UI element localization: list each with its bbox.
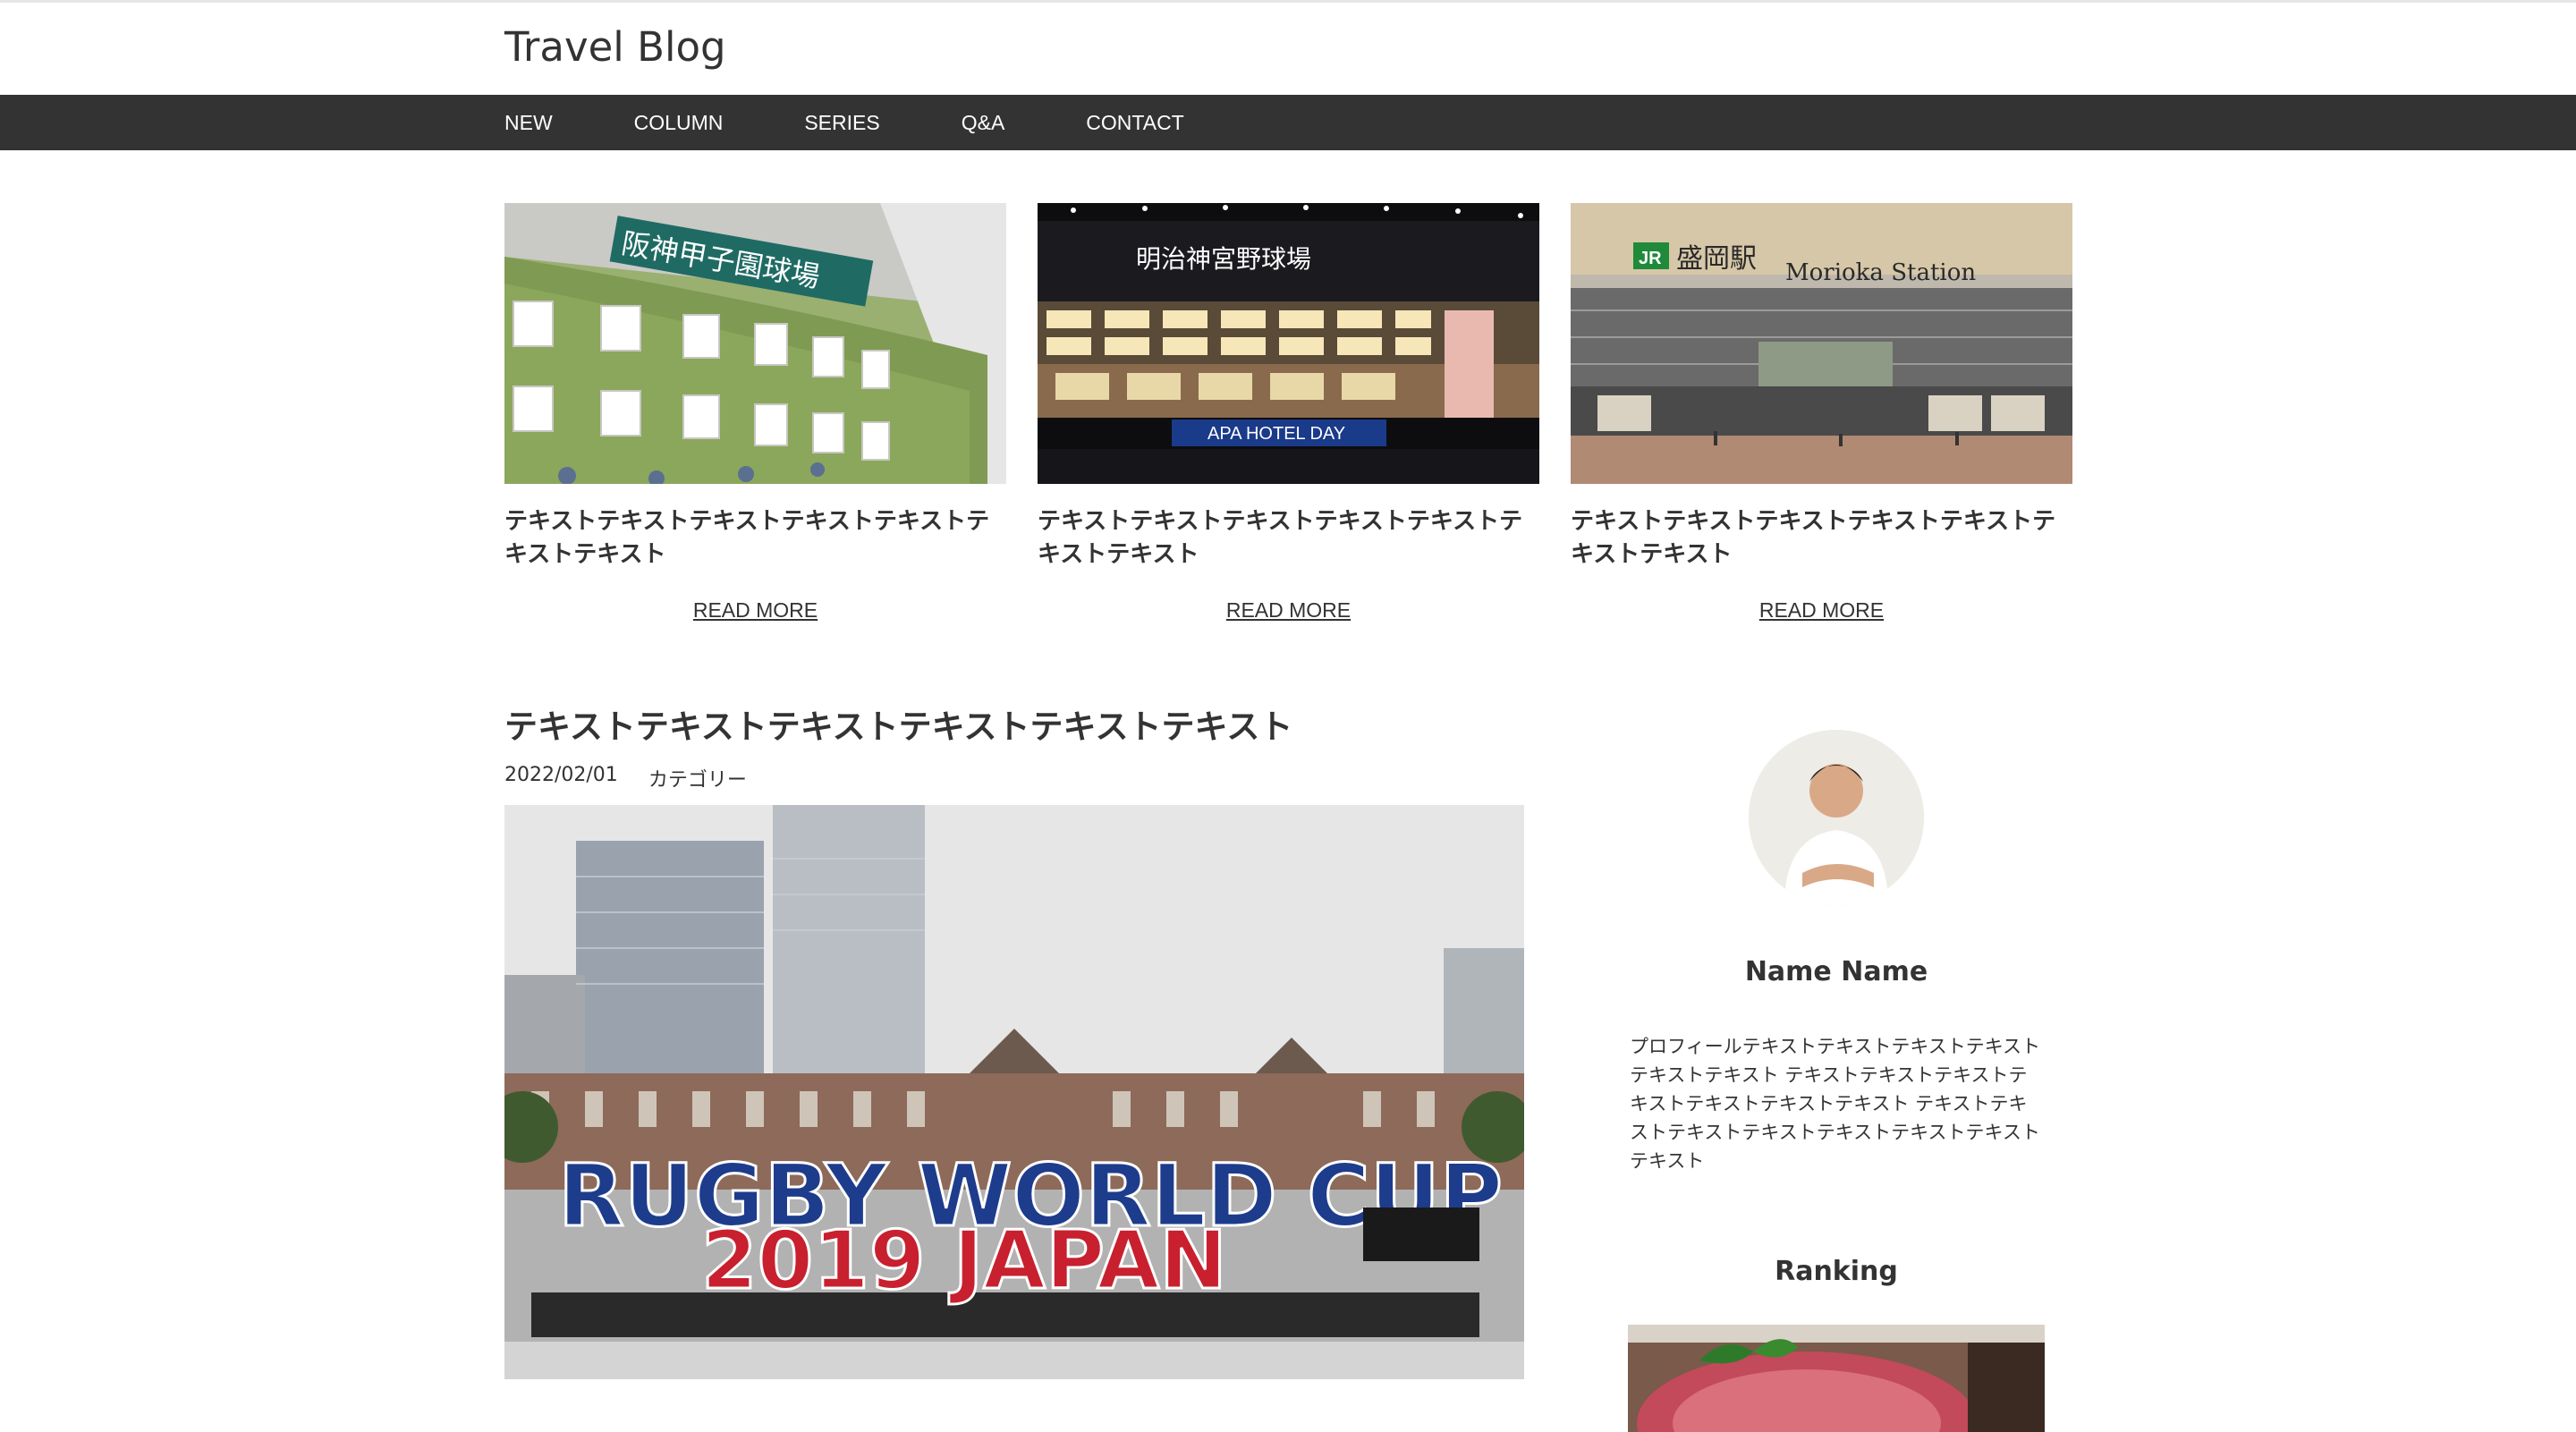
card-title[interactable]: テキストテキストテキストテキストテキストテキストテキスト xyxy=(1038,505,1539,572)
profile-name: Name Name xyxy=(1744,956,1928,987)
featured-card: 明治神宮野球場 APA HOTEL DAY テキストテキストテキストテキストテキ… xyxy=(1038,203,1539,623)
ranking-title: Ranking xyxy=(1775,1256,1898,1287)
featured-card: JR 盛岡駅 Morioka Station テキストテキストテキストテキストテ… xyxy=(1571,203,2072,623)
nav-item-qa[interactable]: Q&A xyxy=(962,111,1005,135)
morioka-station-photo[interactable]: JR 盛岡駅 Morioka Station xyxy=(1571,203,2072,484)
post-title[interactable]: テキストテキストテキストテキストテキストテキスト xyxy=(504,703,1524,751)
post-meta: 2022/02/01 カテゴリー xyxy=(504,764,1524,792)
site-title[interactable]: Travel Blog xyxy=(504,21,726,74)
avatar xyxy=(1749,730,1924,905)
nav-item-series[interactable]: SERIES xyxy=(804,111,879,135)
meiji-jingu-stadium-photo[interactable]: 明治神宮野球場 APA HOTEL DAY xyxy=(1038,203,1539,484)
main-post: テキストテキストテキストテキストテキストテキスト 2022/02/01 カテゴリ… xyxy=(504,703,1524,1379)
read-more-link[interactable]: READ MORE xyxy=(1571,598,2072,623)
nav-item-column[interactable]: COLUMN xyxy=(634,111,724,135)
card-title[interactable]: テキストテキストテキストテキストテキストテキストテキスト xyxy=(504,505,1006,572)
main-nav: NEW COLUMN SERIES Q&A CONTACT xyxy=(0,95,2576,150)
site-header: Travel Blog xyxy=(0,3,2576,95)
wagyu-beef-photo[interactable] xyxy=(1628,1325,2045,1432)
card-title[interactable]: テキストテキストテキストテキストテキストテキストテキスト xyxy=(1571,505,2072,572)
read-more-link[interactable]: READ MORE xyxy=(504,598,1006,623)
post-date: 2022/02/01 xyxy=(504,764,618,786)
morioka-sign-en: Morioka Station xyxy=(1785,259,1976,286)
sidebar: Name Name プロフィールテキストテキストテキストテキストテキストテキスト… xyxy=(1628,730,2045,1432)
featured-card: 阪神甲子園球場 テキストテキストテキストテキストテキストテキストテキスト REA… xyxy=(504,203,1006,623)
nav-item-contact[interactable]: CONTACT xyxy=(1086,111,1183,135)
featured-cards: 阪神甲子園球場 テキストテキストテキストテキストテキストテキストテキスト REA… xyxy=(504,203,2072,623)
jr-logo: JR xyxy=(1639,249,1662,268)
read-more-link[interactable]: READ MORE xyxy=(1038,598,1539,623)
rugby-sign-line2: 2019 JAPAN xyxy=(701,1214,1227,1308)
rugby-world-cup-tokyo-station-photo[interactable]: RUGBY WORLD CUP 2019 JAPAN xyxy=(504,805,1524,1379)
koshien-stadium-photo[interactable]: 阪神甲子園球場 xyxy=(504,203,1006,484)
meiji-sign-text: 明治神宮野球場 xyxy=(1136,244,1311,274)
morioka-sign-text: 盛岡駅 xyxy=(1676,243,1757,275)
apa-banner-text: APA HOTEL DAY xyxy=(1208,424,1345,444)
post-category[interactable]: カテゴリー xyxy=(648,764,747,792)
nav-item-new[interactable]: NEW xyxy=(504,111,553,135)
profile-text: プロフィールテキストテキストテキストテキストテキストテキスト テキストテキストテ… xyxy=(1630,1036,2041,1172)
